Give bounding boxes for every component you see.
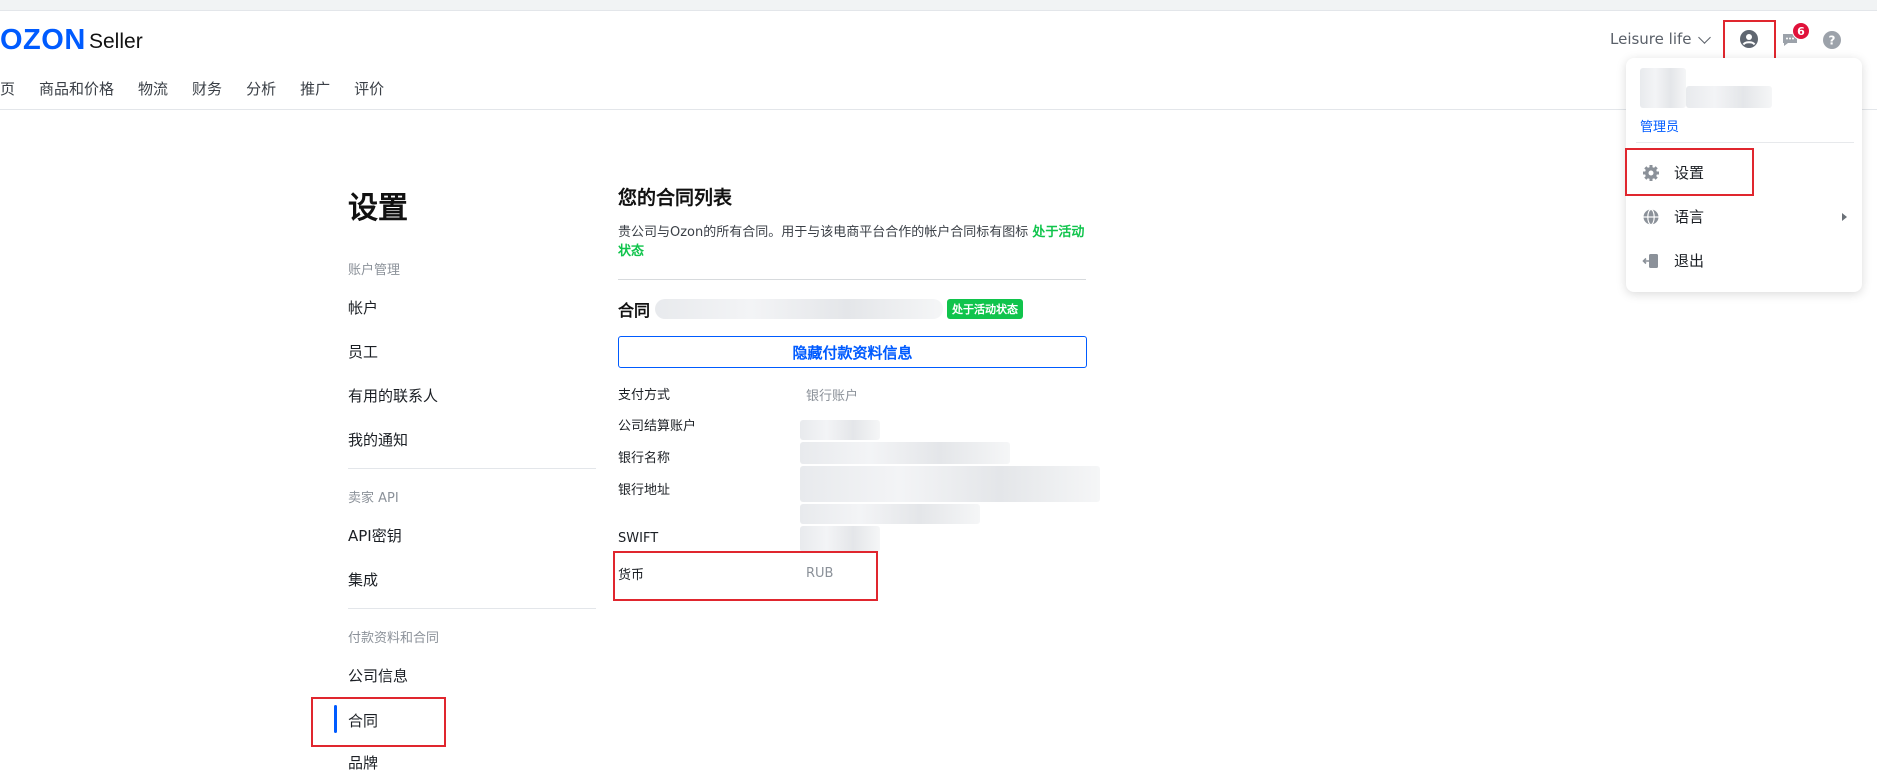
nav-item-finance[interactable]: 财务 — [192, 78, 222, 99]
bank-details-blurred — [800, 442, 1010, 464]
nav-item-home[interactable]: 首页 — [0, 78, 15, 99]
field-label-settlement-account: 公司结算账户 — [618, 419, 697, 434]
sidebar-divider — [348, 468, 596, 469]
chevron-down-icon — [1697, 30, 1711, 44]
browser-top-strip — [0, 0, 1877, 11]
company-name: Leisure life — [1610, 30, 1692, 48]
contracts-highlight-box — [311, 697, 446, 747]
section-label-payment: 付款资料和合同 — [348, 631, 440, 646]
currency-highlight-box — [613, 551, 878, 601]
bank-details-blurred — [800, 466, 1100, 502]
contract-label: 合同 — [618, 301, 651, 320]
sidebar-item-account[interactable]: 帐户 — [348, 297, 378, 318]
sidebar-item-notifications[interactable]: 我的通知 — [348, 429, 408, 450]
role-link[interactable]: 管理员 — [1640, 116, 1679, 135]
help-button[interactable]: ? — [1821, 29, 1843, 51]
section-label-api: 卖家 API — [348, 491, 399, 506]
field-label-swift: SWIFT — [618, 531, 659, 546]
contracts-description-text: 贵公司与Ozon的所有合同。用于与该电商平台合作的帐户合同标有图标 — [618, 225, 1029, 240]
bank-details-blurred — [800, 420, 880, 440]
bank-details-blurred — [800, 526, 880, 552]
sidebar-item-contacts[interactable]: 有用的联系人 — [348, 385, 438, 406]
svg-text:?: ? — [1829, 34, 1836, 48]
field-label-payment-method: 支付方式 — [618, 388, 671, 403]
contracts-divider — [618, 279, 1086, 280]
dropdown-divider — [1636, 142, 1854, 143]
contracts-description: 贵公司与Ozon的所有合同。用于与该电商平台合作的帐户合同标有图标 处于活动状态 — [618, 223, 1092, 261]
menu-item-logout[interactable]: 退出 — [1642, 250, 1704, 271]
sidebar-item-company-info[interactable]: 公司信息 — [348, 665, 408, 686]
help-icon: ? — [1823, 31, 1841, 49]
nav-item-products[interactable]: 商品和价格 — [39, 78, 114, 99]
section-label-account: 账户管理 — [348, 263, 401, 278]
field-label-bank-address: 银行地址 — [618, 483, 671, 498]
settings-highlight-box — [1625, 148, 1754, 196]
sidebar-item-employees[interactable]: 员工 — [348, 341, 378, 362]
globe-icon — [1643, 208, 1659, 225]
user-name-blurred — [1686, 86, 1772, 108]
header-divider — [0, 109, 1877, 110]
menu-item-language[interactable]: 语言 — [1642, 206, 1847, 227]
menu-item-logout-label: 退出 — [1674, 252, 1705, 270]
page-title: 设置 — [348, 191, 408, 226]
sidebar-item-integrations[interactable]: 集成 — [348, 569, 378, 590]
nav-item-analytics[interactable]: 分析 — [246, 78, 276, 99]
bank-details-blurred — [800, 504, 980, 524]
field-value-payment-method: 银行账户 — [806, 389, 859, 404]
chevron-right-icon — [1842, 212, 1847, 221]
sidebar-item-brands[interactable]: 品牌 — [348, 752, 378, 773]
contracts-title: 您的合同列表 — [618, 187, 733, 209]
status-badge: 处于活动状态 — [947, 299, 1023, 319]
logout-icon — [1642, 253, 1658, 268]
menu-item-language-label: 语言 — [1674, 208, 1705, 226]
user-avatar-blurred — [1640, 68, 1686, 108]
seller-logo-text: Seller — [89, 30, 143, 53]
sidebar-divider — [348, 608, 596, 609]
ozon-logo[interactable]: OZON — [0, 24, 86, 57]
contract-number-blurred — [655, 299, 943, 319]
nav-item-logistics[interactable]: 物流 — [138, 78, 168, 99]
nav-item-promotion[interactable]: 推广 — [300, 78, 330, 99]
sidebar-item-api-keys[interactable]: API密钥 — [348, 525, 402, 546]
hide-payment-info-button[interactable]: 隐藏付款资料信息 — [618, 336, 1087, 368]
nav-item-reviews[interactable]: 评价 — [354, 78, 384, 99]
main-nav: 首页 商品和价格 物流 财务 分析 推广 评价 — [0, 78, 408, 99]
field-label-bank-name: 银行名称 — [618, 451, 671, 466]
company-switcher[interactable]: Leisure life — [1610, 30, 1711, 48]
notification-badge: 6 — [1792, 22, 1810, 40]
